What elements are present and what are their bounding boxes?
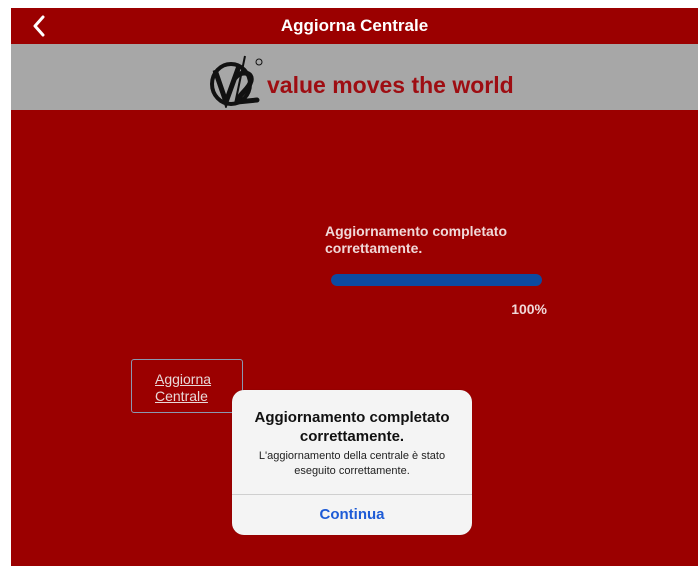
alert-title: Aggiornamento completato correttamente. (254, 409, 450, 445)
update-button-label-line2: Centrale (155, 388, 208, 404)
v2-logo-icon (210, 55, 263, 108)
brand-banner: value moves the world (11, 44, 698, 110)
progress-bar (331, 274, 542, 286)
alert-message: L'aggiornamento della centrale è stato e… (258, 450, 446, 477)
progress-percentage: 100% (511, 301, 547, 317)
app-screen: Aggiorna Centrale value moves the world … (11, 8, 698, 566)
brand-slogan: value moves the world (267, 72, 514, 98)
status-message: Aggiornamento completato correttamente. (325, 223, 508, 256)
continue-button[interactable]: Continua (232, 495, 472, 535)
page-title: Aggiorna Centrale (280, 16, 429, 35)
navigation-bar: Aggiorna Centrale (11, 8, 698, 44)
update-button-label-line1: Aggiorna (155, 371, 212, 387)
progress-bar-fill (331, 274, 542, 286)
update-controller-button[interactable]: Aggiorna Centrale (131, 359, 243, 413)
completion-alert-dialog: Aggiornamento completato correttamente. … (232, 390, 472, 535)
